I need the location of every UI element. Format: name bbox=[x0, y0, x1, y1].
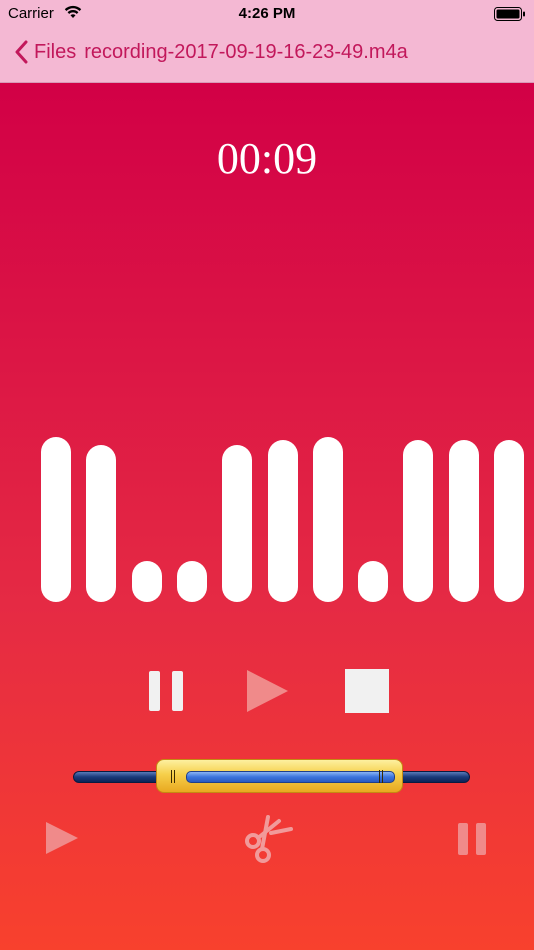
stop-icon bbox=[345, 669, 389, 713]
trim-start-handle[interactable] bbox=[171, 770, 175, 783]
battery-icon bbox=[494, 7, 525, 21]
trim-scissors-button[interactable] bbox=[239, 811, 295, 867]
preview-pause-button[interactable] bbox=[456, 821, 488, 857]
stop-button[interactable] bbox=[344, 668, 390, 714]
level-bar bbox=[268, 440, 298, 602]
status-bar: Carrier 4:26 PM bbox=[0, 0, 534, 28]
level-bar bbox=[494, 440, 524, 602]
pause-button[interactable] bbox=[146, 669, 188, 713]
level-bar bbox=[403, 440, 433, 602]
level-bar bbox=[449, 440, 479, 602]
page-title: recording-2017-09-19-16-23-49.m4a bbox=[84, 40, 408, 63]
scissors-icon bbox=[245, 815, 293, 863]
level-bar bbox=[132, 561, 162, 602]
level-bar bbox=[177, 561, 207, 602]
play-icon bbox=[46, 822, 78, 854]
play-button[interactable] bbox=[244, 668, 290, 714]
level-bar bbox=[41, 437, 71, 602]
level-bar bbox=[86, 445, 116, 602]
level-bar bbox=[313, 437, 343, 602]
pause-icon bbox=[149, 671, 183, 711]
level-bar bbox=[358, 561, 388, 602]
recorder-panel: 00:09 bbox=[0, 83, 534, 950]
trim-end-handle[interactable] bbox=[379, 770, 383, 783]
play-icon bbox=[247, 670, 288, 712]
chevron-left-icon bbox=[15, 40, 28, 64]
trim-selected-range bbox=[186, 771, 395, 783]
pause-icon bbox=[458, 823, 486, 855]
status-time: 4:26 PM bbox=[238, 5, 296, 22]
back-button-label: Files bbox=[34, 40, 77, 63]
navigation-bar: Files recording-2017-09-19-16-23-49.m4a bbox=[0, 28, 534, 83]
back-button[interactable]: Files recording-2017-09-19-16-23-49.m4a bbox=[14, 40, 408, 64]
preview-play-button[interactable] bbox=[44, 820, 80, 856]
level-bar bbox=[222, 445, 252, 602]
